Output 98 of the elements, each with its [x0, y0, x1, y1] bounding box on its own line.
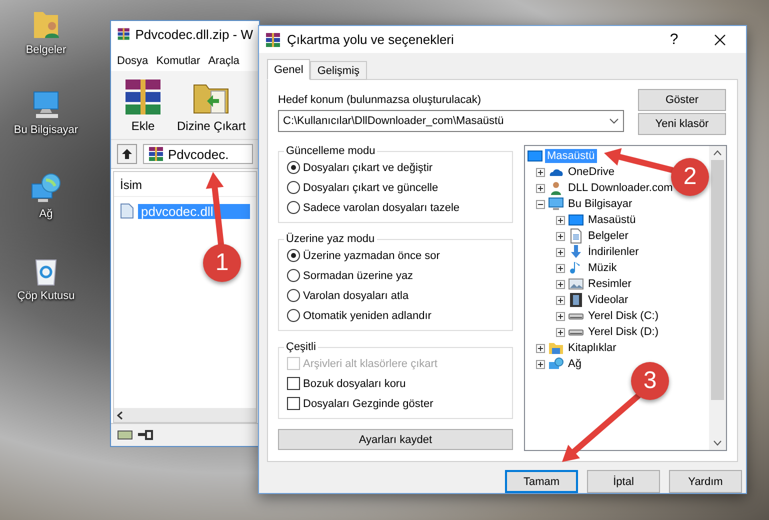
expand-icon[interactable]	[556, 280, 565, 289]
vertical-scrollbar[interactable]	[709, 146, 726, 450]
tab[interactable]: Genel	[267, 59, 310, 80]
up-arrow-icon	[121, 148, 133, 160]
expand-icon[interactable]	[556, 312, 565, 321]
dialog-title: Çıkartma yolu ve seçenekleri	[287, 32, 454, 47]
radio-button[interactable]	[287, 269, 300, 282]
group-title: Güncelleme modu	[285, 145, 376, 158]
radio-button[interactable]	[287, 289, 300, 302]
option-label: Sormadan üzerine yaz	[303, 270, 414, 282]
expand-icon[interactable]	[536, 184, 545, 193]
tree-item[interactable]: Belgeler	[586, 229, 630, 244]
expand-icon[interactable]	[556, 232, 565, 241]
tree-item[interactable]: İndirilenler	[586, 245, 641, 260]
chevron-up-icon[interactable]	[713, 150, 722, 156]
key-icon	[137, 430, 153, 440]
option-label: Üzerine yazmadan önce sor	[303, 250, 440, 262]
radio-button[interactable]	[287, 161, 300, 174]
archive-books-icon	[148, 146, 164, 162]
option-label: Bozuk dosyaları koru	[303, 378, 406, 390]
radio-button[interactable]	[287, 201, 300, 214]
help-button[interactable]: ?	[654, 31, 694, 48]
group-title: Üzerine yaz modu	[285, 233, 376, 246]
horizontal-scrollbar[interactable]	[114, 408, 256, 422]
path-field[interactable]: Pdvcodec.	[143, 144, 253, 164]
chevron-down-icon	[609, 118, 619, 124]
computer-icon	[548, 196, 564, 212]
expand-icon[interactable]	[556, 296, 565, 305]
close-icon	[714, 34, 726, 46]
download-arrow-icon	[568, 244, 584, 260]
tree-item[interactable]: Bu Bilgisayar	[566, 197, 634, 212]
menu-item[interactable]: Dosya	[117, 55, 148, 67]
menu-item[interactable]: Komutlar	[156, 55, 200, 67]
option-label: Sadece varolan dosyaları tazele	[303, 202, 460, 214]
tree-item[interactable]: Ağ	[566, 357, 584, 372]
drive-icon	[568, 312, 584, 320]
dialog-button[interactable]: Yardım	[669, 470, 742, 493]
tree-item[interactable]: OneDrive	[566, 165, 616, 180]
person-icon	[548, 180, 564, 196]
menu-item[interactable]: Araçla	[208, 55, 240, 67]
group-title: Çeşitli	[285, 341, 317, 354]
option-label: Varolan dosyaları atla	[303, 290, 409, 302]
expand-icon[interactable]	[536, 360, 545, 369]
option-label: Dosyaları çıkart ve değiştir	[303, 162, 433, 174]
path-combo-box[interactable]: C:\Kullanıcılar\DllDownloader_com\Masaüstü	[278, 110, 624, 132]
file-icon	[120, 203, 134, 219]
option-label: Otomatik yeniden adlandır	[303, 310, 432, 322]
tree-item[interactable]: Resimler	[586, 277, 634, 292]
expand-icon[interactable]	[556, 264, 565, 273]
tab[interactable]: Gelişmiş	[310, 61, 367, 80]
radio-button[interactable]	[287, 181, 300, 194]
expand-icon[interactable]	[536, 344, 545, 353]
desktop-icon-label[interactable]: Ağ	[39, 208, 53, 220]
field-label: Hedef konum (bulunmazsa oluşturulacak)	[278, 94, 482, 106]
toolbar-button[interactable]: Ekle	[119, 75, 167, 135]
up-folder-button[interactable]	[117, 144, 137, 164]
option-label: Arşivleri alt klasörlere çıkart	[303, 358, 438, 370]
desktop-icon-label[interactable]: Çöp Kutusu	[17, 290, 75, 302]
dialog-button[interactable]: Yeni klasör	[638, 113, 726, 136]
drive-icon	[117, 429, 133, 441]
chevron-down-icon[interactable]	[713, 440, 722, 446]
dialog-button[interactable]: Göster	[638, 89, 726, 112]
archive-books-icon	[123, 77, 163, 117]
film-icon	[568, 292, 584, 308]
dialog-button[interactable]: Tamam	[505, 470, 578, 493]
document-icon	[568, 228, 584, 244]
option-label: Dosyaları Gezginde göster	[303, 398, 434, 410]
expand-icon[interactable]	[556, 216, 565, 225]
checkbox[interactable]	[287, 377, 300, 390]
expand-icon[interactable]	[556, 328, 565, 337]
expand-icon[interactable]	[556, 248, 565, 257]
desktop-icon-label[interactable]: Bu Bilgisayar	[14, 124, 78, 136]
monitor-icon	[527, 148, 543, 164]
network-globe-icon	[30, 172, 62, 204]
toolbar-button[interactable]: Dizine Çıkart	[173, 75, 250, 135]
collapse-icon[interactable]	[536, 200, 545, 209]
picture-icon	[568, 276, 584, 292]
monitor-icon	[568, 212, 584, 228]
folder-icon	[548, 340, 564, 356]
desktop-icon-label[interactable]: Belgeler	[26, 44, 66, 56]
radio-button[interactable]	[287, 309, 300, 322]
chevron-left-icon[interactable]	[117, 410, 123, 420]
expand-icon[interactable]	[536, 168, 545, 177]
tree-item[interactable]: Masaüstü	[586, 213, 638, 228]
tree-item[interactable]: Yerel Disk (C:)	[586, 309, 660, 324]
option-label: Dosyaları çıkart ve güncelle	[303, 182, 438, 194]
tree-item[interactable]: Müzik	[586, 261, 619, 276]
drive-icon	[568, 328, 584, 336]
radio-button[interactable]	[287, 249, 300, 262]
tree-item[interactable]: Kitaplıklar	[566, 341, 618, 356]
archive-books-icon	[117, 26, 130, 42]
tree-item[interactable]: Videolar	[586, 293, 630, 308]
save-settings-button[interactable]: Ayarları kaydet	[278, 429, 513, 450]
tree-item[interactable]: Yerel Disk (D:)	[586, 325, 660, 340]
archive-books-icon	[265, 32, 281, 48]
window-title: Pdvcodec.dll.zip - W	[135, 26, 253, 42]
checkbox[interactable]	[287, 397, 300, 410]
dialog-button[interactable]: İptal	[587, 470, 660, 493]
